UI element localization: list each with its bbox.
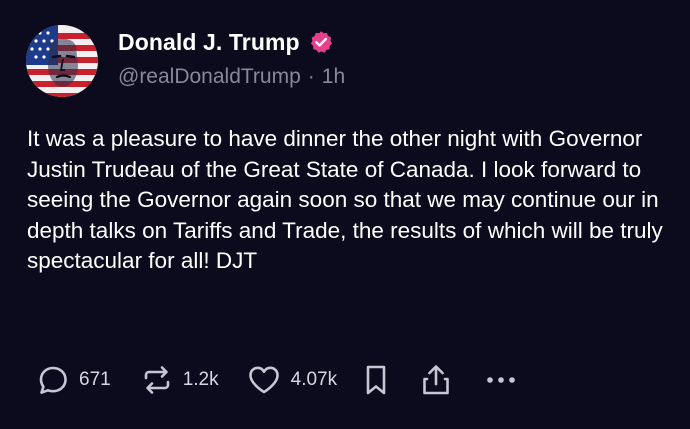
reply-icon <box>37 364 69 396</box>
heart-icon <box>247 364 281 396</box>
more-icon <box>485 374 517 386</box>
author-meta-row: @realDonaldTrump · 1h <box>118 65 345 89</box>
post-timestamp[interactable]: 1h <box>322 65 345 89</box>
reply-button[interactable]: 671 <box>37 364 111 396</box>
post-card: Donald J. Trump @realDonaldTrump · 1h It… <box>0 0 690 429</box>
reply-count: 671 <box>79 369 111 390</box>
avatar-image <box>26 25 98 97</box>
verified-icon <box>309 30 333 54</box>
meta-separator: · <box>307 65 315 88</box>
repost-count: 1.2k <box>182 369 219 390</box>
share-icon <box>421 363 451 397</box>
bookmark-icon <box>363 363 389 397</box>
author-handle[interactable]: @realDonaldTrump <box>118 65 301 89</box>
more-options-button[interactable] <box>485 374 517 386</box>
share-button[interactable] <box>421 363 451 397</box>
like-button[interactable]: 4.07k <box>247 364 337 396</box>
like-count: 4.07k <box>290 369 338 390</box>
post-body-text: It was a pleasure to have dinner the oth… <box>27 126 663 273</box>
post-actions-bar: 671 1.2k 4.07k <box>37 362 517 398</box>
avatar[interactable] <box>26 25 98 97</box>
author-display-name[interactable]: Donald J. Trump <box>118 29 300 56</box>
repost-button[interactable]: 1.2k <box>141 364 219 396</box>
bookmark-button[interactable] <box>363 363 389 397</box>
repost-icon <box>141 364 173 396</box>
author-name-row: Donald J. Trump <box>118 26 333 58</box>
